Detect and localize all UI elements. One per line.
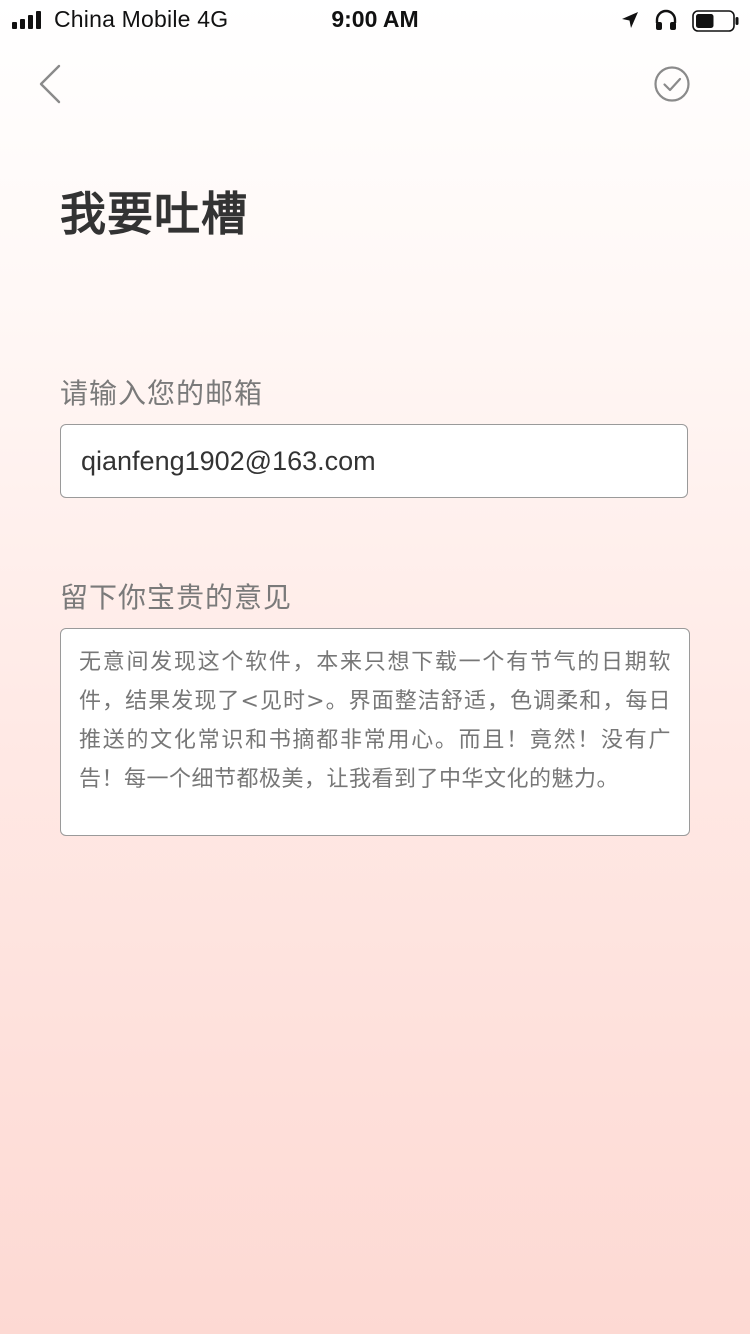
back-button[interactable] — [30, 60, 70, 108]
email-label: 请输入您的邮箱 — [60, 377, 264, 410]
status-icons — [620, 8, 739, 32]
location-arrow-icon — [622, 12, 638, 28]
check-circle-icon — [654, 66, 690, 102]
status-bar: China Mobile 4G 9:00 AM — [0, 0, 750, 40]
page-title: 我要吐槽 — [60, 187, 248, 241]
battery-icon — [692, 10, 739, 32]
feedback-label: 留下你宝贵的意见 — [60, 581, 293, 614]
feedback-textarea[interactable]: 无意间发现这个软件，本来只想下载一个有节气的日期软件，结果发现了<见时>。界面整… — [60, 628, 690, 836]
email-field[interactable]: qianfeng1902@163.com — [60, 424, 688, 498]
chevron-left-icon — [39, 64, 61, 104]
confirm-button[interactable] — [652, 64, 692, 104]
headphones-icon — [655, 9, 677, 30]
